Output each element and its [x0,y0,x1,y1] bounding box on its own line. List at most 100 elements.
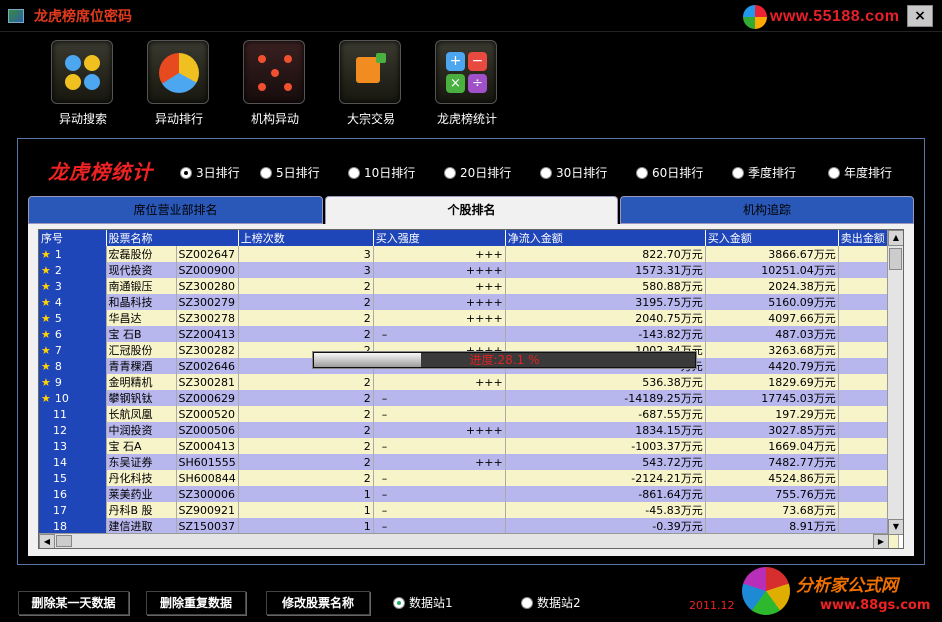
period-radio-5d[interactable]: 5日排行 [260,164,320,181]
station-radio-2[interactable]: 数据站2 [521,594,581,611]
delete-duplicate-data-button[interactable]: 删除重复数据 [146,591,246,615]
table-row[interactable]: ★ 4 和晶科技 SZ300279 2 ++++ 3195.75万元 5160.09万元 [39,294,899,310]
stock-code: SZ300282 [176,342,239,358]
stock-code: SZ300279 [176,294,239,310]
scroll-up-icon[interactable]: ▲ [888,230,903,246]
tool-block-trade[interactable]: 大宗交易 [328,38,408,130]
col-header-strength[interactable]: 买入强度 [373,230,506,246]
net-inflow: -45.83万元 [505,502,706,518]
table-row[interactable]: ★ 1 宏磊股份 SZ002647 3 +++ 822.70万元 3866.67万元 [39,246,899,262]
table-row[interactable]: ★ 5 华昌达 SZ300278 2 ++++ 2040.75万元 4097.66万元 [39,310,899,326]
radio-label: 年度排行 [844,166,893,180]
col-header-index[interactable]: 序号 [39,230,107,246]
tab-stock-rank[interactable]: 个股排名 [325,196,618,225]
row-index: 12 [39,422,107,438]
radio-icon [732,166,744,179]
row-index: 16 [39,486,107,502]
table-row[interactable]: 15 丹化科技 SH600844 2– -2124.21万元 4524.86万元 [39,470,899,486]
vertical-scrollbar[interactable]: ▲ ▼ [887,230,903,535]
buy-amount: 1829.69万元 [705,374,839,390]
horizontal-scrollbar[interactable]: ◀ ▶ [39,533,889,548]
period-radio-3d[interactable]: 3日排行 [180,164,240,181]
tool-anomaly-search[interactable]: 异动搜索 [40,38,120,130]
tab-seat-rank[interactable]: 席位营业部排名 [28,196,323,224]
period-radio-year[interactable]: 年度排行 [828,164,892,181]
buy-amount: 3027.85万元 [705,422,839,438]
radio-label: 5日排行 [276,166,320,180]
table-row[interactable]: ★ 2 现代投资 SZ000900 3 ++++ 1573.31万元 10251.04万元 [39,262,899,278]
net-inflow: -0.39万元 [505,518,706,534]
row-index: ★ 3 [39,278,107,294]
buy-strength: ++++ [373,294,506,310]
tool-label: 机构异动 [250,112,299,126]
period-radio-60d[interactable]: 60日排行 [636,164,703,181]
table-row[interactable]: ★ 6 宝 石B SZ200413 2– -143.82万元 487.03万元 [39,326,899,342]
scroll-right-icon[interactable]: ▶ [873,534,889,548]
scroll-thumb[interactable] [889,248,902,270]
row-index-label: 11 [53,407,67,421]
radio-label: 季度排行 [748,166,797,180]
star-icon: ★ [41,311,51,325]
scroll-down-icon[interactable]: ▼ [888,519,903,535]
buy-amount: 1669.04万元 [705,438,839,454]
stock-code: SZ002646 [176,358,239,374]
radio-icon [540,166,552,179]
tab-institution-track[interactable]: 机构追踪 [620,196,914,224]
stock-code: SZ200413 [176,326,239,342]
period-radio-30d[interactable]: 30日排行 [540,164,607,181]
net-inflow: 822.70万元 [505,246,706,262]
tool-institution-anomaly[interactable]: 机构异动 [232,38,312,130]
buy-amount: 4420.79万元 [705,358,839,374]
stock-name: 宝 石A [106,438,177,454]
buy-strength: – [373,390,506,406]
stock-code: SZ900921 [176,502,239,518]
col-header-buy[interactable]: 买入金额 [705,230,839,246]
col-header-name[interactable]: 股票名称 [106,230,176,246]
table-row[interactable]: 16 莱美药业 SZ300006 1– -861.64万元 755.76万元 [39,486,899,502]
scroll-thumb[interactable] [56,535,72,547]
buy-strength: – [373,470,506,486]
table-row[interactable]: ★ 10 攀钢钒钛 SZ000629 2– -14189.25万元 17745.03万元 [39,390,899,406]
table-row[interactable]: 17 丹科B 股 SZ900921 1– -45.83万元 73.68万元 [39,502,899,518]
stock-name: 金明精机 [106,374,177,390]
stock-grid[interactable]: 序号 股票名称 上榜次数 买入强度 净流入金额 买入金额 卖出金额 ★ 1 宏磊股份… [38,229,904,549]
buy-strength: – [373,326,506,342]
table-row[interactable]: 18 建信进取 SZ150037 1– -0.39万元 8.91万元 [39,518,899,534]
star-icon: ★ [41,343,51,357]
period-radio-quarter[interactable]: 季度排行 [732,164,796,181]
tool-dragon-tiger-stats[interactable]: + − × ÷ 龙虎榜统计 [424,38,504,130]
radio-selected-icon [180,166,192,179]
col-header-net[interactable]: 净流入金额 [505,230,706,246]
table-row[interactable]: 13 宝 石A SZ000413 2– -1003.37万元 1669.04万元 [39,438,899,454]
net-inflow: -1003.37万元 [505,438,706,454]
period-radio-20d[interactable]: 20日排行 [444,164,511,181]
row-index: ★ 8 [39,358,107,374]
row-index: 14 [39,454,107,470]
star-icon: ★ [41,279,51,293]
col-header-times[interactable]: 上榜次数 [238,230,374,246]
table-row[interactable]: 11 长航凤凰 SZ000520 2– -687.55万元 197.29万元 [39,406,899,422]
list-times: 2 [238,454,374,470]
stock-name: 汇冠股份 [106,342,177,358]
delete-day-data-button[interactable]: 删除某一天数据 [18,591,129,615]
stock-code: SZ000506 [176,422,239,438]
station-radio-1[interactable]: 数据站1 [393,594,453,611]
progress-bar: 进度:28.1 % [313,352,696,368]
scroll-left-icon[interactable]: ◀ [39,534,55,548]
stock-code: SZ300281 [176,374,239,390]
row-index: 11 [39,406,107,422]
close-button[interactable]: × [907,5,933,27]
col-header-code[interactable] [176,230,239,246]
table-row[interactable]: ★ 3 南通锻压 SZ300280 2 +++ 580.88万元 2024.38万元 [39,278,899,294]
list-times: 2 [238,374,374,390]
tool-anomaly-rank[interactable]: 异动排行 [136,38,216,130]
brand-watermark: 分析家公式网 www.88gs.com [740,565,940,622]
rename-stock-button[interactable]: 修改股票名称 [266,591,370,615]
buy-strength: +++ [373,278,506,294]
dice-icon [243,40,305,104]
table-row[interactable]: 14 东吴证券 SH601555 2 +++ 543.72万元 7482.77万元 [39,454,899,470]
table-row[interactable]: 12 中润投资 SZ000506 2 ++++ 1834.15万元 3027.85万元 [39,422,899,438]
table-row[interactable]: ★ 9 金明精机 SZ300281 2 +++ 536.38万元 1829.69万元 [39,374,899,390]
period-radio-10d[interactable]: 10日排行 [348,164,415,181]
row-index: ★ 5 [39,310,107,326]
